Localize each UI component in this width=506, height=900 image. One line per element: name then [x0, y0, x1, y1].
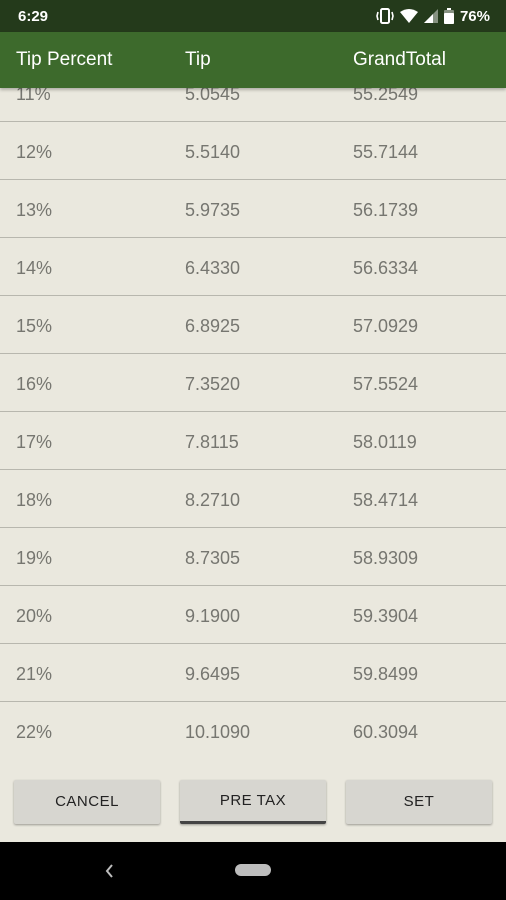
cell-tip: 6.4330	[185, 258, 241, 278]
table-header: Tip Percent Tip GrandTotal	[0, 32, 506, 88]
header-grand-total: GrandTotal	[353, 49, 446, 70]
cell-total: 59.3904	[353, 606, 419, 626]
signal-icon	[423, 9, 438, 23]
table-row[interactable]: 22% 10.1090 60.3094	[0, 702, 506, 758]
cell-tip: 7.8115	[185, 432, 239, 452]
cell-tip: 8.2710	[185, 490, 241, 510]
cell-percent: 21%	[16, 664, 53, 684]
table-row[interactable]: 17% 7.8115 58.0119	[0, 412, 506, 470]
status-time: 6:29	[18, 7, 49, 25]
home-pill-icon[interactable]	[235, 864, 271, 876]
cell-tip: 8.7305	[185, 548, 241, 568]
cell-tip: 9.1900	[185, 606, 241, 626]
cancel-button[interactable]: CANCEL	[14, 780, 160, 824]
cell-tip: 5.5140	[185, 142, 241, 162]
cell-total: 56.6334	[353, 258, 419, 278]
table-row[interactable]: 15% 6.8925 57.0929	[0, 296, 506, 354]
cell-total: 57.0929	[353, 316, 419, 336]
header-tip-percent: Tip Percent	[16, 49, 113, 70]
cell-tip: 9.6495	[185, 664, 241, 684]
table-row[interactable]: 21% 9.6495 59.8499	[0, 644, 506, 702]
tip-list[interactable]: 11% 5.0545 55.2549 12% 5.5140 55.7144 13% 5.9…	[0, 88, 506, 758]
battery-icon	[443, 8, 454, 24]
button-bar: CANCEL PRE TAX SET	[0, 758, 506, 842]
cell-percent: 22%	[16, 722, 53, 742]
table-row[interactable]: 14% 6.4330 56.6334	[0, 238, 506, 296]
cell-percent: 17%	[16, 432, 53, 452]
cell-tip: 6.8925	[185, 316, 241, 336]
table-row[interactable]: 20% 9.1900 59.3904	[0, 586, 506, 644]
cell-percent: 16%	[16, 374, 53, 394]
cell-total: 55.2549	[353, 88, 419, 104]
cell-percent: 20%	[16, 606, 53, 626]
table-row[interactable]: 13% 5.9735 56.1739	[0, 180, 506, 238]
cell-percent: 15%	[16, 316, 53, 336]
set-button[interactable]: SET	[346, 780, 492, 824]
cell-total: 58.4714	[353, 490, 419, 510]
table-row[interactable]: 19% 8.7305 58.9309	[0, 528, 506, 586]
status-icons: 76%	[376, 8, 490, 25]
cell-percent: 19%	[16, 548, 53, 568]
cell-total: 58.0119	[353, 432, 417, 452]
status-bar: 6:29 76%	[0, 0, 506, 32]
table-row[interactable]: 16% 7.3520 57.5524	[0, 354, 506, 412]
cell-tip: 10.1090	[185, 722, 251, 742]
battery-percent: 76%	[459, 7, 490, 25]
cell-total: 60.3094	[353, 722, 419, 742]
tip-list-content: 11% 5.0545 55.2549 12% 5.5140 55.7144 13% 5.9…	[0, 88, 506, 758]
cell-total: 59.8499	[353, 664, 419, 684]
vibrate-icon	[376, 8, 394, 24]
cell-total: 57.5524	[353, 374, 419, 394]
cell-percent: 14%	[16, 258, 53, 278]
cell-total: 55.7144	[353, 142, 419, 162]
cell-percent: 18%	[16, 490, 53, 510]
cell-tip: 7.3520	[185, 374, 241, 394]
cell-total: 58.9309	[353, 548, 419, 568]
navigation-bar	[0, 842, 506, 900]
table-row[interactable]: 12% 5.5140 55.7144	[0, 122, 506, 180]
back-icon[interactable]	[103, 862, 115, 880]
cell-percent: 12%	[16, 142, 53, 162]
cell-total: 56.1739	[353, 200, 419, 220]
table-row[interactable]: 18% 8.2710 58.4714	[0, 470, 506, 528]
cell-tip: 5.9735	[185, 200, 241, 220]
cell-percent: 11%	[16, 88, 51, 104]
header-tip: Tip	[185, 49, 211, 70]
table-row[interactable]: 11% 5.0545 55.2549	[0, 88, 506, 122]
wifi-icon	[399, 9, 418, 23]
cell-tip: 5.0545	[185, 88, 241, 104]
pre-tax-button[interactable]: PRE TAX	[180, 780, 326, 824]
cell-percent: 13%	[16, 200, 53, 220]
